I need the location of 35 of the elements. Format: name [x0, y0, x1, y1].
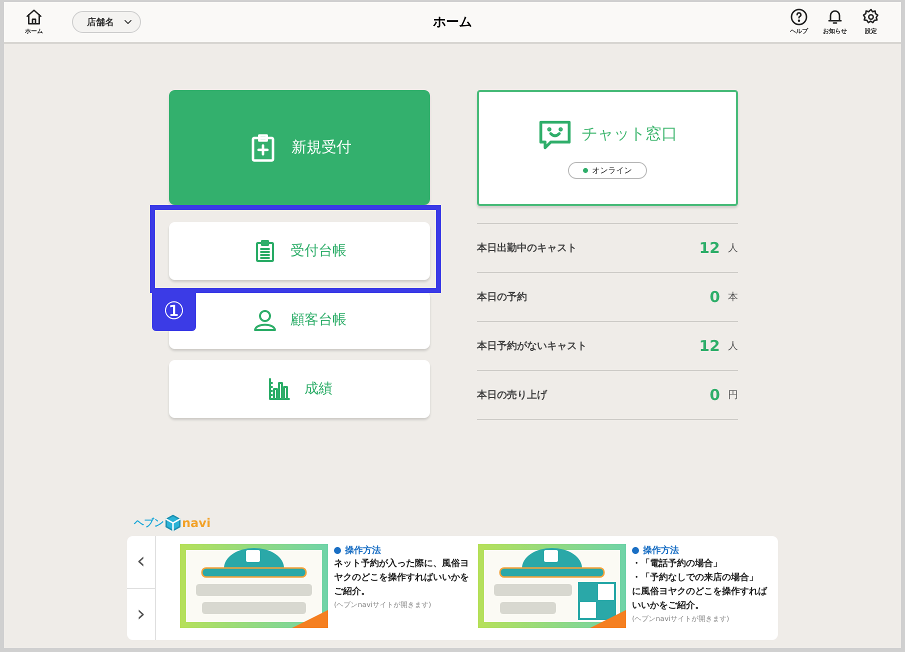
bell-icon [826, 8, 844, 26]
callout-number: ① [152, 291, 196, 331]
next-button[interactable]: › [127, 588, 155, 640]
stat-value: 0 [710, 386, 720, 404]
stat-label: 本日の売り上げ [477, 388, 548, 402]
info-heading[interactable]: 操作方法 [632, 544, 768, 557]
description-text: に風俗ヨヤクのどこを操作すればいいかをご紹介。 [632, 586, 768, 613]
stat-unit: 人 [728, 242, 738, 255]
logo-text: navi [182, 516, 211, 530]
description-text: ネット予約が入った際に、風俗ヨヤクのどこを操作すればいいかをご紹介。 [334, 557, 470, 599]
stat-value: 12 [699, 239, 720, 257]
help-icon [790, 8, 808, 26]
chat-title: チャット窓口 [582, 124, 678, 145]
description-text: ・「電話予約の場合」 [632, 557, 723, 571]
info-heading[interactable]: 操作方法 [334, 544, 470, 557]
person-icon [252, 308, 276, 332]
previous-button[interactable]: ‹ [127, 536, 155, 588]
cube-icon [164, 514, 182, 532]
stat-unit: 人 [728, 340, 738, 353]
stat-value: 0 [710, 288, 720, 306]
chat-card[interactable]: チャット窓口 オンライン [477, 90, 738, 206]
bar-chart-icon [266, 377, 290, 401]
page-title: ホーム [432, 14, 473, 31]
stat-value: 12 [699, 337, 720, 355]
stat-label: 本日の予約 [477, 290, 528, 304]
settings-icon [862, 8, 880, 26]
stat-label: 本日出勤中のキャスト [477, 242, 578, 255]
status-text: オンライン [592, 164, 632, 176]
home-icon [25, 8, 43, 26]
logo-text: ヘブン [134, 516, 164, 530]
stat-label: 本日予約がないキャスト [477, 340, 588, 353]
store-select[interactable]: 店舗名 [72, 11, 141, 33]
stat-unit: 本 [728, 290, 738, 304]
stat-unit: 円 [728, 389, 738, 402]
description-text: ・「予約なしでの来店の場合」 [632, 571, 759, 585]
